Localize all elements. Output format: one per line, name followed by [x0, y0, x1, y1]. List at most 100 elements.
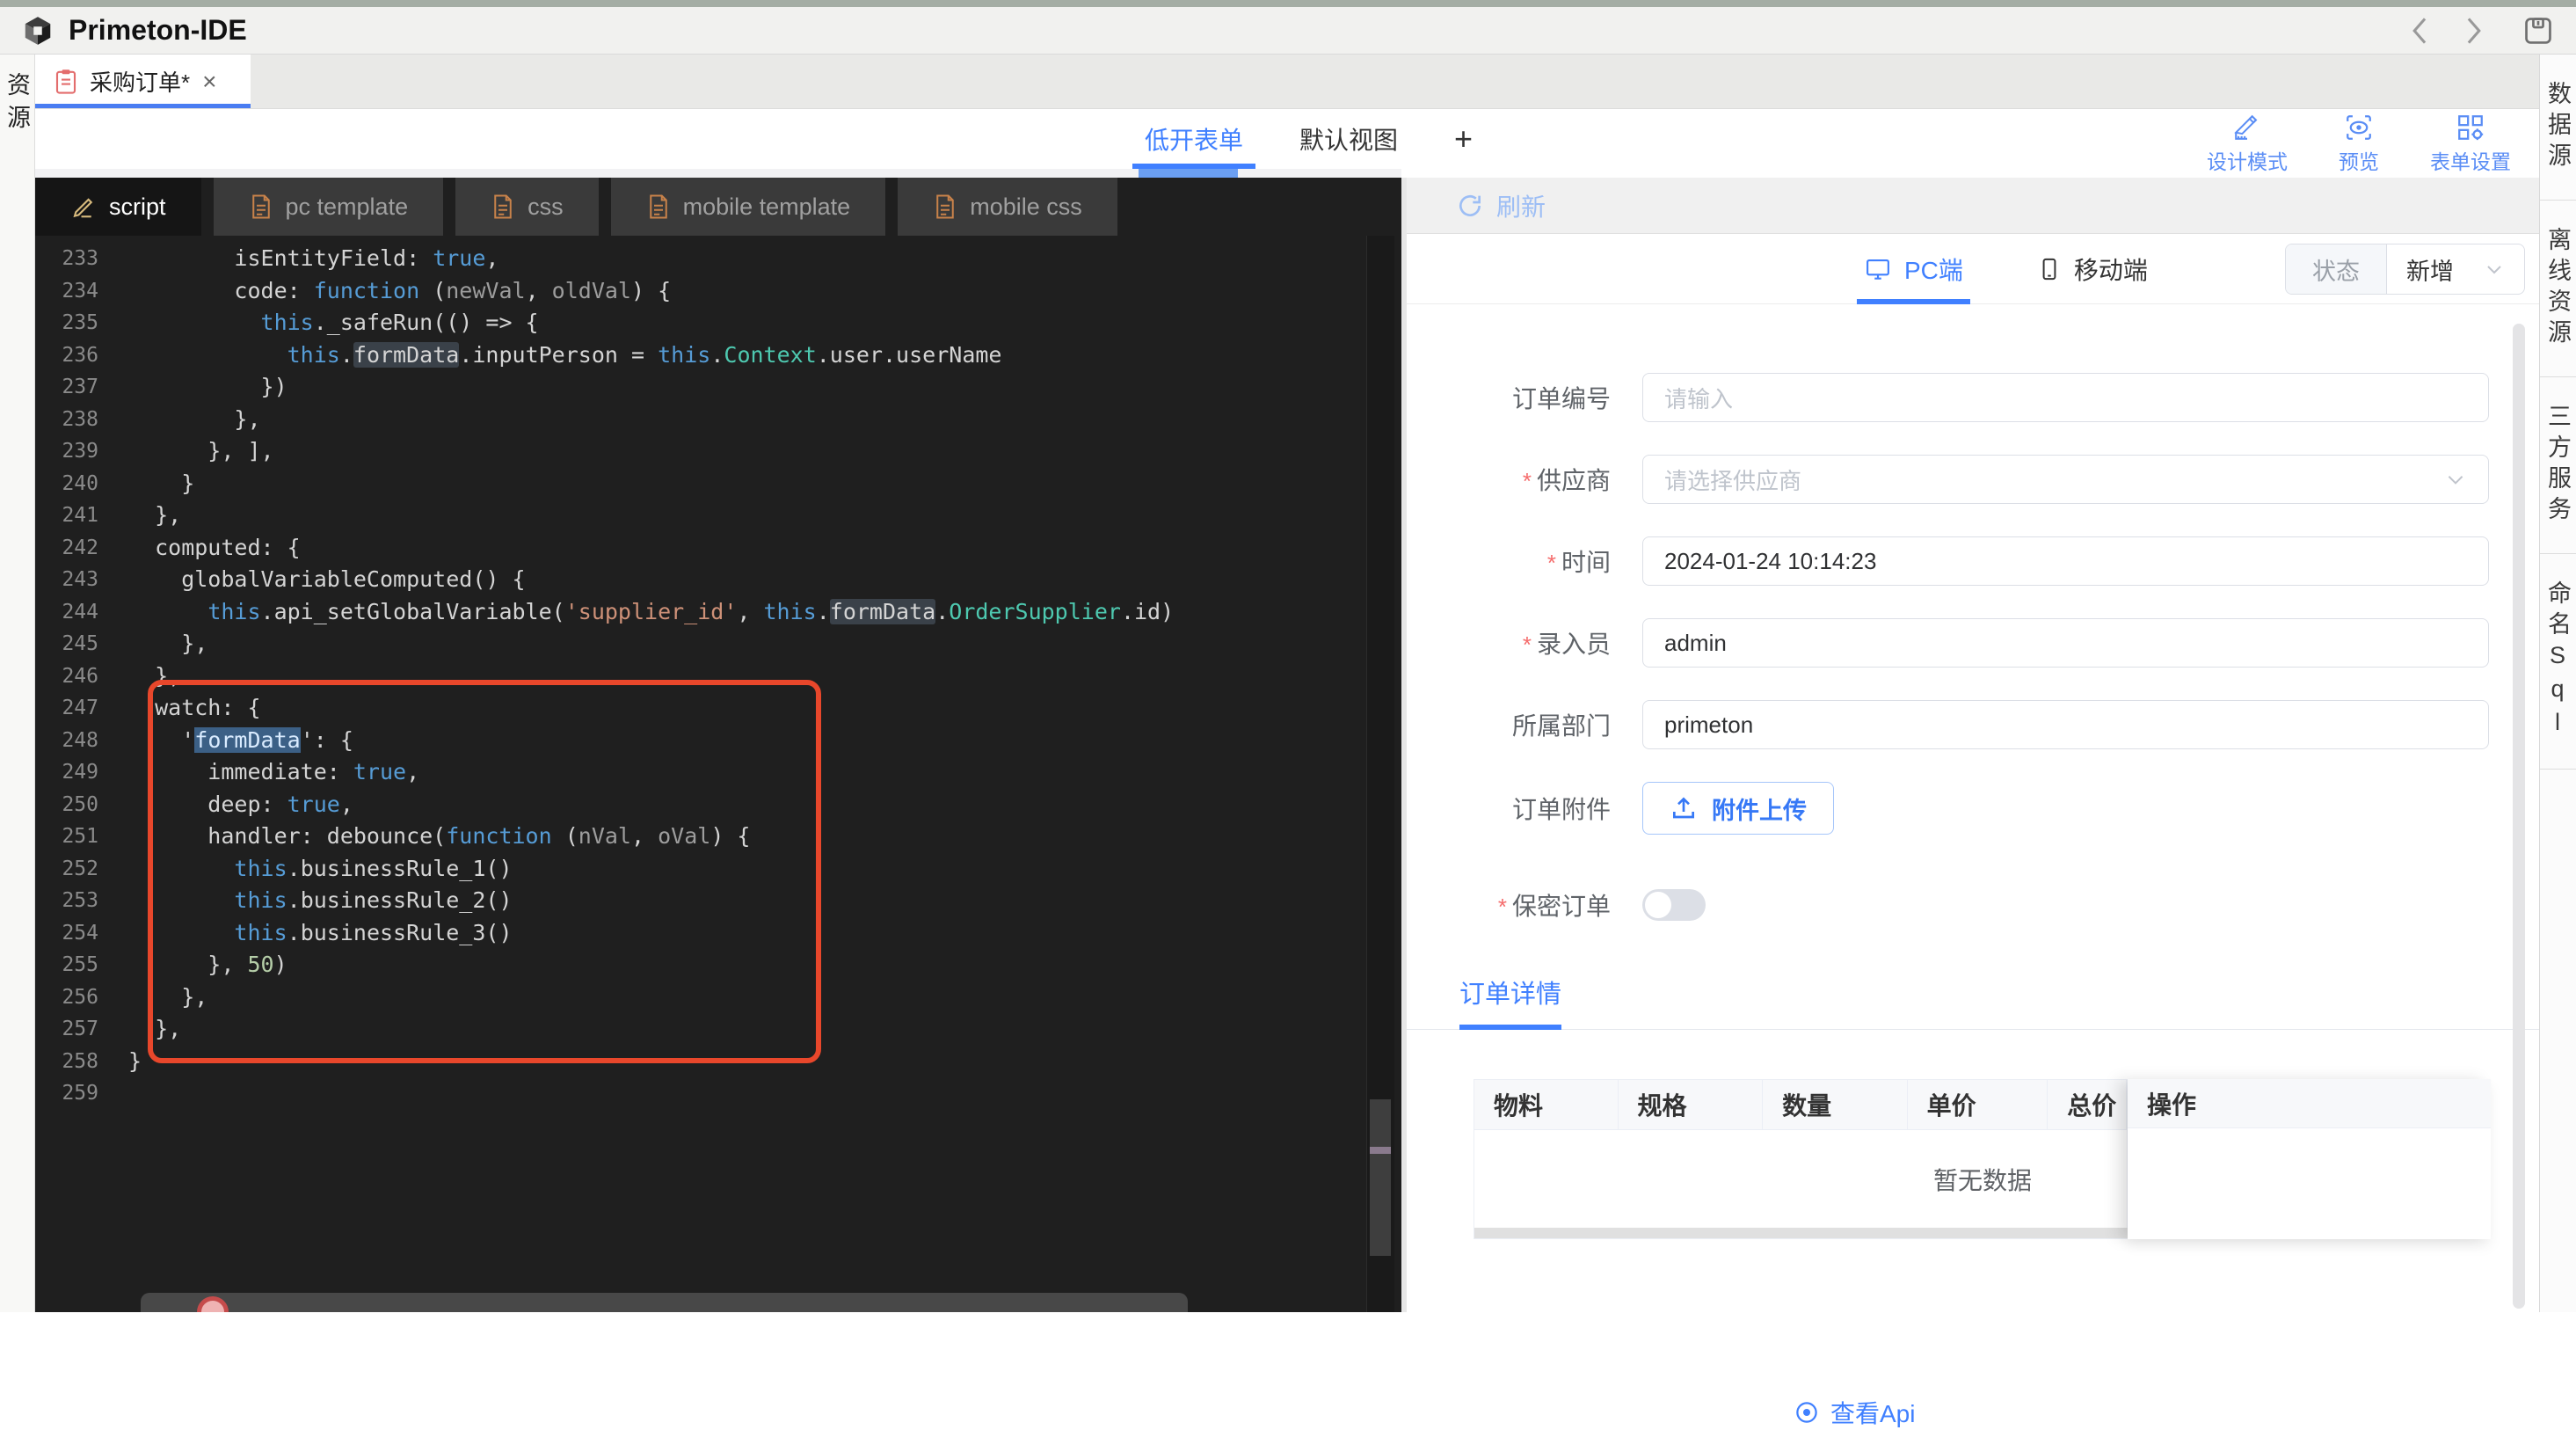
- code-line: 233 isEntityField: true,: [35, 243, 1401, 275]
- upload-button[interactable]: 附件上传: [1642, 782, 1834, 835]
- right-rail-item-3[interactable]: 命名Sql: [2540, 554, 2576, 770]
- code-line: 237 }): [35, 371, 1401, 404]
- line-number: 249: [62, 761, 98, 784]
- chevron-down-icon: [2487, 266, 2501, 274]
- line-content: code: function (newVal, oldVal) {: [128, 277, 672, 303]
- editor-tab-mobile-css[interactable]: mobile css: [898, 178, 1117, 236]
- input-order-no[interactable]: 请输入: [1642, 373, 2489, 422]
- required-asterisk: *: [1497, 894, 1507, 920]
- line-content: },: [128, 983, 208, 1010]
- required-asterisk: *: [1522, 468, 1532, 494]
- line-number: 245: [62, 632, 98, 655]
- code-area[interactable]: 233 isEntityField: true, 234 code: functi…: [35, 236, 1401, 1110]
- form-settings-icon: [2455, 113, 2486, 142]
- action-label: 表单设置: [2430, 150, 2511, 173]
- nav-forward-button[interactable]: [2462, 16, 2485, 46]
- line-number: 247: [62, 697, 98, 719]
- device-tab-pc[interactable]: PC端: [1857, 234, 1970, 304]
- select-supplier[interactable]: 请选择供应商: [1642, 455, 2489, 504]
- refresh-label[interactable]: 刷新: [1496, 188, 1546, 223]
- sidebar-tab-resources[interactable]: 资源: [0, 55, 35, 1312]
- horizontal-scrollbar-thumb[interactable]: [1139, 169, 1238, 178]
- preview-scrollbar-thumb[interactable]: [2513, 324, 2525, 1309]
- line-number: 254: [62, 921, 98, 945]
- action-label: 设计模式: [2207, 150, 2288, 173]
- doc-tab-purchase-order[interactable]: 采购订单* ×: [35, 55, 251, 108]
- view-api-label: 查看Api: [1830, 1400, 1916, 1427]
- input-department[interactable]: primeton: [1642, 700, 2489, 749]
- field-control-order-no: 请输入: [1642, 373, 2489, 422]
- window-top-strip: [0, 0, 2576, 7]
- line-number: 256: [62, 985, 98, 1009]
- file-icon: [646, 193, 671, 220]
- code-line: 251 handler: debounce(function (nVal, oV…: [35, 821, 1401, 853]
- code-line: 255 }, 50): [35, 949, 1401, 981]
- form-row-input-person: * 录入员 admin: [1407, 618, 2539, 668]
- table-horizontal-scrollbar[interactable]: [1474, 1228, 2128, 1238]
- editor-tab-css[interactable]: css: [455, 178, 599, 236]
- code-line: 239 }, ],: [35, 435, 1401, 468]
- line-content: computed: {: [128, 534, 301, 560]
- view-tab-0[interactable]: 低开表单: [1132, 109, 1256, 169]
- line-content: },: [128, 502, 182, 528]
- table-header-cell: 规格: [1619, 1080, 1764, 1129]
- editor-scrollbar-thumb[interactable]: [1370, 1099, 1391, 1256]
- toggle-secret-order[interactable]: [1642, 889, 1706, 921]
- design-mode-button[interactable]: 设计模式: [2207, 113, 2288, 175]
- main-toolbar: 低开表单 默认视图 + 设计模式 预览 表单设置: [35, 109, 2539, 173]
- line-content: isEntityField: true,: [128, 245, 499, 271]
- form-row-supplier: * 供应商 请选择供应商: [1407, 455, 2539, 504]
- monitor-icon: [1864, 256, 1892, 282]
- input-time[interactable]: 2024-01-24 10:14:23: [1642, 536, 2489, 586]
- input-input-person[interactable]: admin: [1642, 618, 2489, 668]
- file-icon: [933, 193, 957, 220]
- line-content: }): [128, 374, 287, 399]
- right-rail-item-1[interactable]: 离线资源: [2540, 201, 2576, 377]
- form-settings-button[interactable]: 表单设置: [2430, 113, 2511, 175]
- save-icon[interactable]: [2521, 14, 2555, 47]
- chevron-down-icon: [2444, 468, 2467, 491]
- line-number: 241: [62, 504, 98, 527]
- table-header-cell: 数量: [1763, 1080, 1908, 1129]
- code-line: 246 },: [35, 660, 1401, 693]
- view-tab-1[interactable]: 默认视图: [1299, 109, 1398, 169]
- phone-icon: [2037, 256, 2062, 282]
- line-number: 237: [62, 376, 98, 398]
- form-body: 订单编号 请输入 * 供应商 请选择供应商 * 时间 2024-01-24 10:14:23 *…: [1407, 304, 2539, 1427]
- status-select[interactable]: 新增: [2387, 244, 2524, 294]
- code-line: 240 }: [35, 468, 1401, 500]
- editor-tab-pc-template[interactable]: pc template: [213, 178, 444, 236]
- right-rail-item-2[interactable]: 三方服务: [2540, 377, 2576, 554]
- device-tab-mobile[interactable]: 移动端: [2037, 234, 2148, 304]
- code-line: 242 computed: {: [35, 532, 1401, 565]
- right-rail-label: 命名Sql: [2544, 580, 2571, 742]
- field-label-input-person: * 录入员: [1522, 631, 1611, 658]
- refresh-icon[interactable]: [1456, 192, 1484, 220]
- field-control-secret-order: [1642, 889, 1706, 921]
- line-number: 238: [62, 407, 98, 431]
- file-icon: [491, 193, 515, 220]
- preview-button[interactable]: 预览: [2339, 113, 2379, 175]
- table-pinned-column: 操作: [2128, 1079, 2491, 1239]
- line-content: },: [128, 1016, 182, 1041]
- line-number: 243: [62, 568, 98, 591]
- form-row-secret-order: * 保密订单: [1407, 887, 2539, 923]
- line-content: this.businessRule_1(): [234, 855, 513, 881]
- editor-tab-label: css: [528, 193, 564, 220]
- code-line: 235 this._safeRun(() => {: [35, 307, 1401, 339]
- field-value: admin: [1664, 629, 1727, 656]
- line-content: this.businessRule_2(): [234, 887, 513, 913]
- nav-back-button[interactable]: [2409, 16, 2432, 46]
- tab-order-detail[interactable]: 订单详情: [1459, 974, 1562, 1030]
- document-tabstrip: 采购订单* ×: [35, 55, 2539, 109]
- editor-tab-mobile-template[interactable]: mobile template: [610, 178, 886, 236]
- close-icon[interactable]: ×: [202, 69, 216, 94]
- add-view-button[interactable]: +: [1454, 109, 1473, 169]
- field-label-department: 所属部门: [1511, 712, 1611, 740]
- line-content: },: [128, 662, 182, 689]
- device-tabs: PC端 移动端: [1857, 234, 2148, 304]
- view-api-link[interactable]: 查看Api: [1794, 1395, 1915, 1430]
- right-rail-item-0[interactable]: 数据源: [2540, 55, 2576, 201]
- editor-scrollbar-mark: [1370, 1147, 1391, 1154]
- editor-tab-script[interactable]: script: [35, 178, 201, 236]
